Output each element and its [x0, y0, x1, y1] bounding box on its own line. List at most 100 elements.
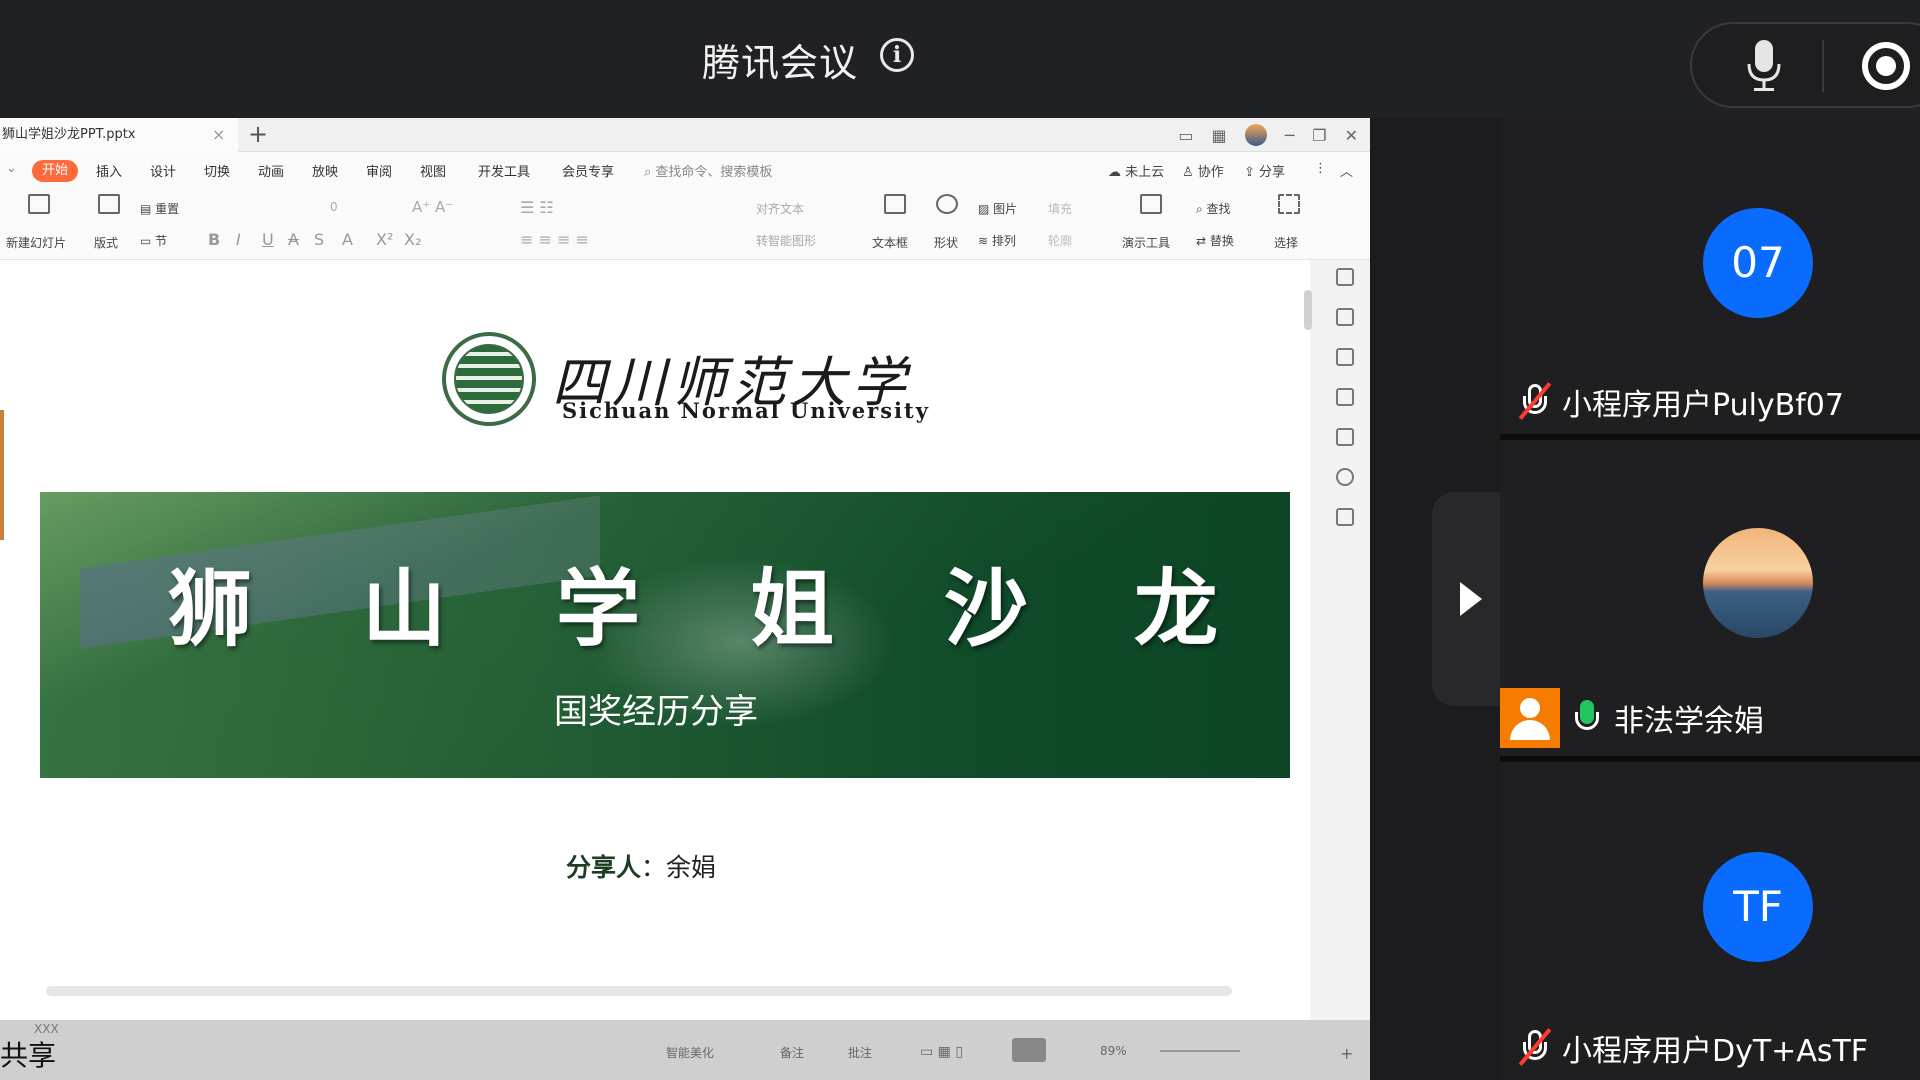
picture-button[interactable]: ▨ 图片 [978, 200, 1017, 217]
shadow-icon[interactable]: S [314, 230, 324, 249]
textbox-button[interactable]: 文本框 [872, 234, 908, 251]
comments-button[interactable]: 批注 [848, 1044, 872, 1061]
menu-collapse-icon[interactable]: ⌄ [6, 161, 17, 176]
slide-subtitle: 国奖经历分享 [554, 692, 758, 732]
new-slide-button[interactable]: 新建幻灯片 [6, 234, 66, 251]
participant-tile[interactable]: 非法学余娟 [1500, 440, 1920, 756]
smart-beautify-button[interactable]: 智能美化 [666, 1044, 714, 1061]
align-icons[interactable]: ≡ ≡ ≡ ≡ [520, 230, 589, 249]
image-icon[interactable] [1336, 428, 1354, 446]
shape-icon[interactable] [936, 194, 958, 214]
share-label: 分享 [1259, 165, 1286, 180]
menu-tab-view[interactable]: 视图 [420, 161, 446, 180]
close-window-icon[interactable]: ✕ [1345, 126, 1358, 145]
menu-tab-home[interactable]: 开始 [32, 160, 78, 182]
align-text-button[interactable]: 对齐文本 [756, 200, 804, 217]
arrange-label: 排列 [991, 234, 1016, 248]
select-button[interactable]: 选择 [1274, 234, 1298, 251]
outline-button[interactable]: 轮廓 [1048, 232, 1072, 249]
smart-shape-button[interactable]: 转智能图形 [756, 232, 816, 249]
strikethrough-icon[interactable]: A [288, 230, 299, 249]
restore-icon[interactable]: ❐ [1312, 126, 1326, 145]
command-search-text: 查找命令、搜索模板 [655, 165, 773, 180]
find-icon: ⌕ [1196, 202, 1207, 216]
reset-label: 重置 [155, 202, 180, 216]
share-button[interactable]: ⇪ 分享 [1244, 161, 1285, 180]
bold-icon[interactable]: B [208, 230, 220, 249]
layout-icon[interactable]: ▭ [1178, 126, 1193, 145]
font-size-field[interactable]: 0 [330, 200, 338, 214]
notes-button[interactable]: 备注 [780, 1044, 804, 1061]
rocket-icon[interactable] [1336, 268, 1354, 286]
expand-arrow-icon[interactable] [1460, 582, 1482, 616]
shape-button[interactable]: 形状 [934, 234, 958, 251]
account-avatar[interactable] [1244, 124, 1267, 146]
fill-button[interactable]: 填充 [1048, 200, 1072, 217]
settings-sliders-icon[interactable] [1336, 308, 1354, 326]
command-search[interactable]: ⌕ 查找命令、搜索模板 [644, 161, 772, 180]
menu-tab-design[interactable]: 设计 [150, 161, 176, 180]
chevron-up-icon[interactable]: ︿ [1340, 161, 1353, 180]
add-tab-button[interactable]: + [248, 118, 268, 150]
menu-tab-review[interactable]: 审阅 [366, 161, 392, 180]
arrange-button[interactable]: ≋ 排列 [978, 232, 1016, 249]
view-mode-icons[interactable]: ▭ ▦ ▯ [920, 1044, 963, 1060]
zoom-slider[interactable] [1160, 1050, 1240, 1052]
underline-icon[interactable]: U [262, 230, 274, 249]
participant-tile[interactable]: TF 小程序用户DyT+AsTF [1500, 762, 1920, 1080]
menu-tab-slideshow[interactable]: 放映 [312, 161, 338, 180]
participant-tile[interactable]: 07 小程序用户PulyBf07 [1500, 118, 1920, 434]
bullet-list-icon[interactable]: ☰ ☷ [520, 198, 554, 217]
cloud-status[interactable]: ☁ 未上云 [1108, 161, 1164, 180]
record-icon[interactable] [1862, 42, 1910, 90]
more-icon[interactable]: ⋮ [1314, 161, 1327, 176]
participant-avatar: 07 [1703, 208, 1813, 318]
info-icon[interactable]: i [880, 38, 914, 72]
section-button[interactable]: ▭ 节 [140, 232, 167, 249]
select-icon[interactable] [1278, 194, 1300, 214]
cloud-icon: ☁ [1108, 165, 1121, 180]
meeting-title: 腾讯会议 [702, 41, 859, 85]
menu-tab-insert[interactable]: 插入 [96, 161, 122, 180]
menu-tab-member[interactable]: 会员专享 [562, 161, 614, 180]
collaborate-button[interactable]: ♙ 协作 [1182, 161, 1224, 180]
participant-name-row: 小程序用户PulyBf07 [1500, 382, 1844, 423]
zoom-level[interactable]: 89% [1100, 1044, 1127, 1058]
host-user-icon [1500, 688, 1560, 748]
layout-button[interactable]: 版式 [94, 234, 118, 251]
find-button[interactable]: ⌕ 查找 [1196, 200, 1231, 217]
vertical-scrollbar[interactable] [1302, 270, 1312, 970]
menu-tab-transition[interactable]: 切换 [204, 161, 230, 180]
picture-label: 图片 [993, 202, 1018, 216]
textbox-icon[interactable] [884, 194, 906, 214]
present-tools-button[interactable]: 演示工具 [1122, 234, 1170, 251]
minimize-icon[interactable]: ─ [1285, 126, 1295, 145]
slides-icon[interactable] [1336, 388, 1354, 406]
italic-icon[interactable]: I [236, 230, 241, 249]
present-tools-icon[interactable] [1140, 194, 1162, 214]
menu-tab-developer[interactable]: 开发工具 [478, 161, 530, 180]
new-slide-icon[interactable] [28, 194, 50, 214]
grid-icon[interactable]: ▦ [1211, 126, 1226, 145]
font-grow-icon[interactable]: A⁺ A⁻ [412, 198, 453, 216]
superscript-icon[interactable]: X² [376, 230, 393, 249]
horizontal-scrollbar[interactable] [46, 986, 1232, 996]
play-slideshow-button[interactable] [1012, 1038, 1046, 1062]
thumbnail-strip[interactable] [0, 410, 4, 540]
menu-tab-animation[interactable]: 动画 [258, 161, 284, 180]
book-icon[interactable] [1336, 508, 1354, 526]
wps-statusbar: 共享 XXX 智能美化 备注 批注 ▭ ▦ ▯ 89% + [0, 1020, 1370, 1080]
subscript-icon[interactable]: X₂ [404, 230, 421, 249]
replace-button[interactable]: ⇄ 替换 [1196, 232, 1234, 249]
location-icon[interactable] [1336, 468, 1354, 486]
share-status-label: 共享 [0, 1039, 57, 1072]
slide[interactable]: 四川师范大学 Sichuan Normal University 狮 山 学 姐… [40, 260, 1290, 1000]
add-icon[interactable]: + [1340, 1044, 1353, 1063]
star-icon[interactable] [1336, 348, 1354, 366]
layout-icon[interactable] [98, 194, 120, 214]
reset-button[interactable]: ▤ 重置 [140, 200, 179, 217]
close-icon[interactable]: × [212, 118, 225, 152]
microphone-icon[interactable] [1746, 38, 1782, 92]
font-color-icon[interactable]: A [342, 230, 353, 249]
document-tab[interactable]: 狮山学姐沙龙PPT.pptx × [0, 118, 238, 152]
